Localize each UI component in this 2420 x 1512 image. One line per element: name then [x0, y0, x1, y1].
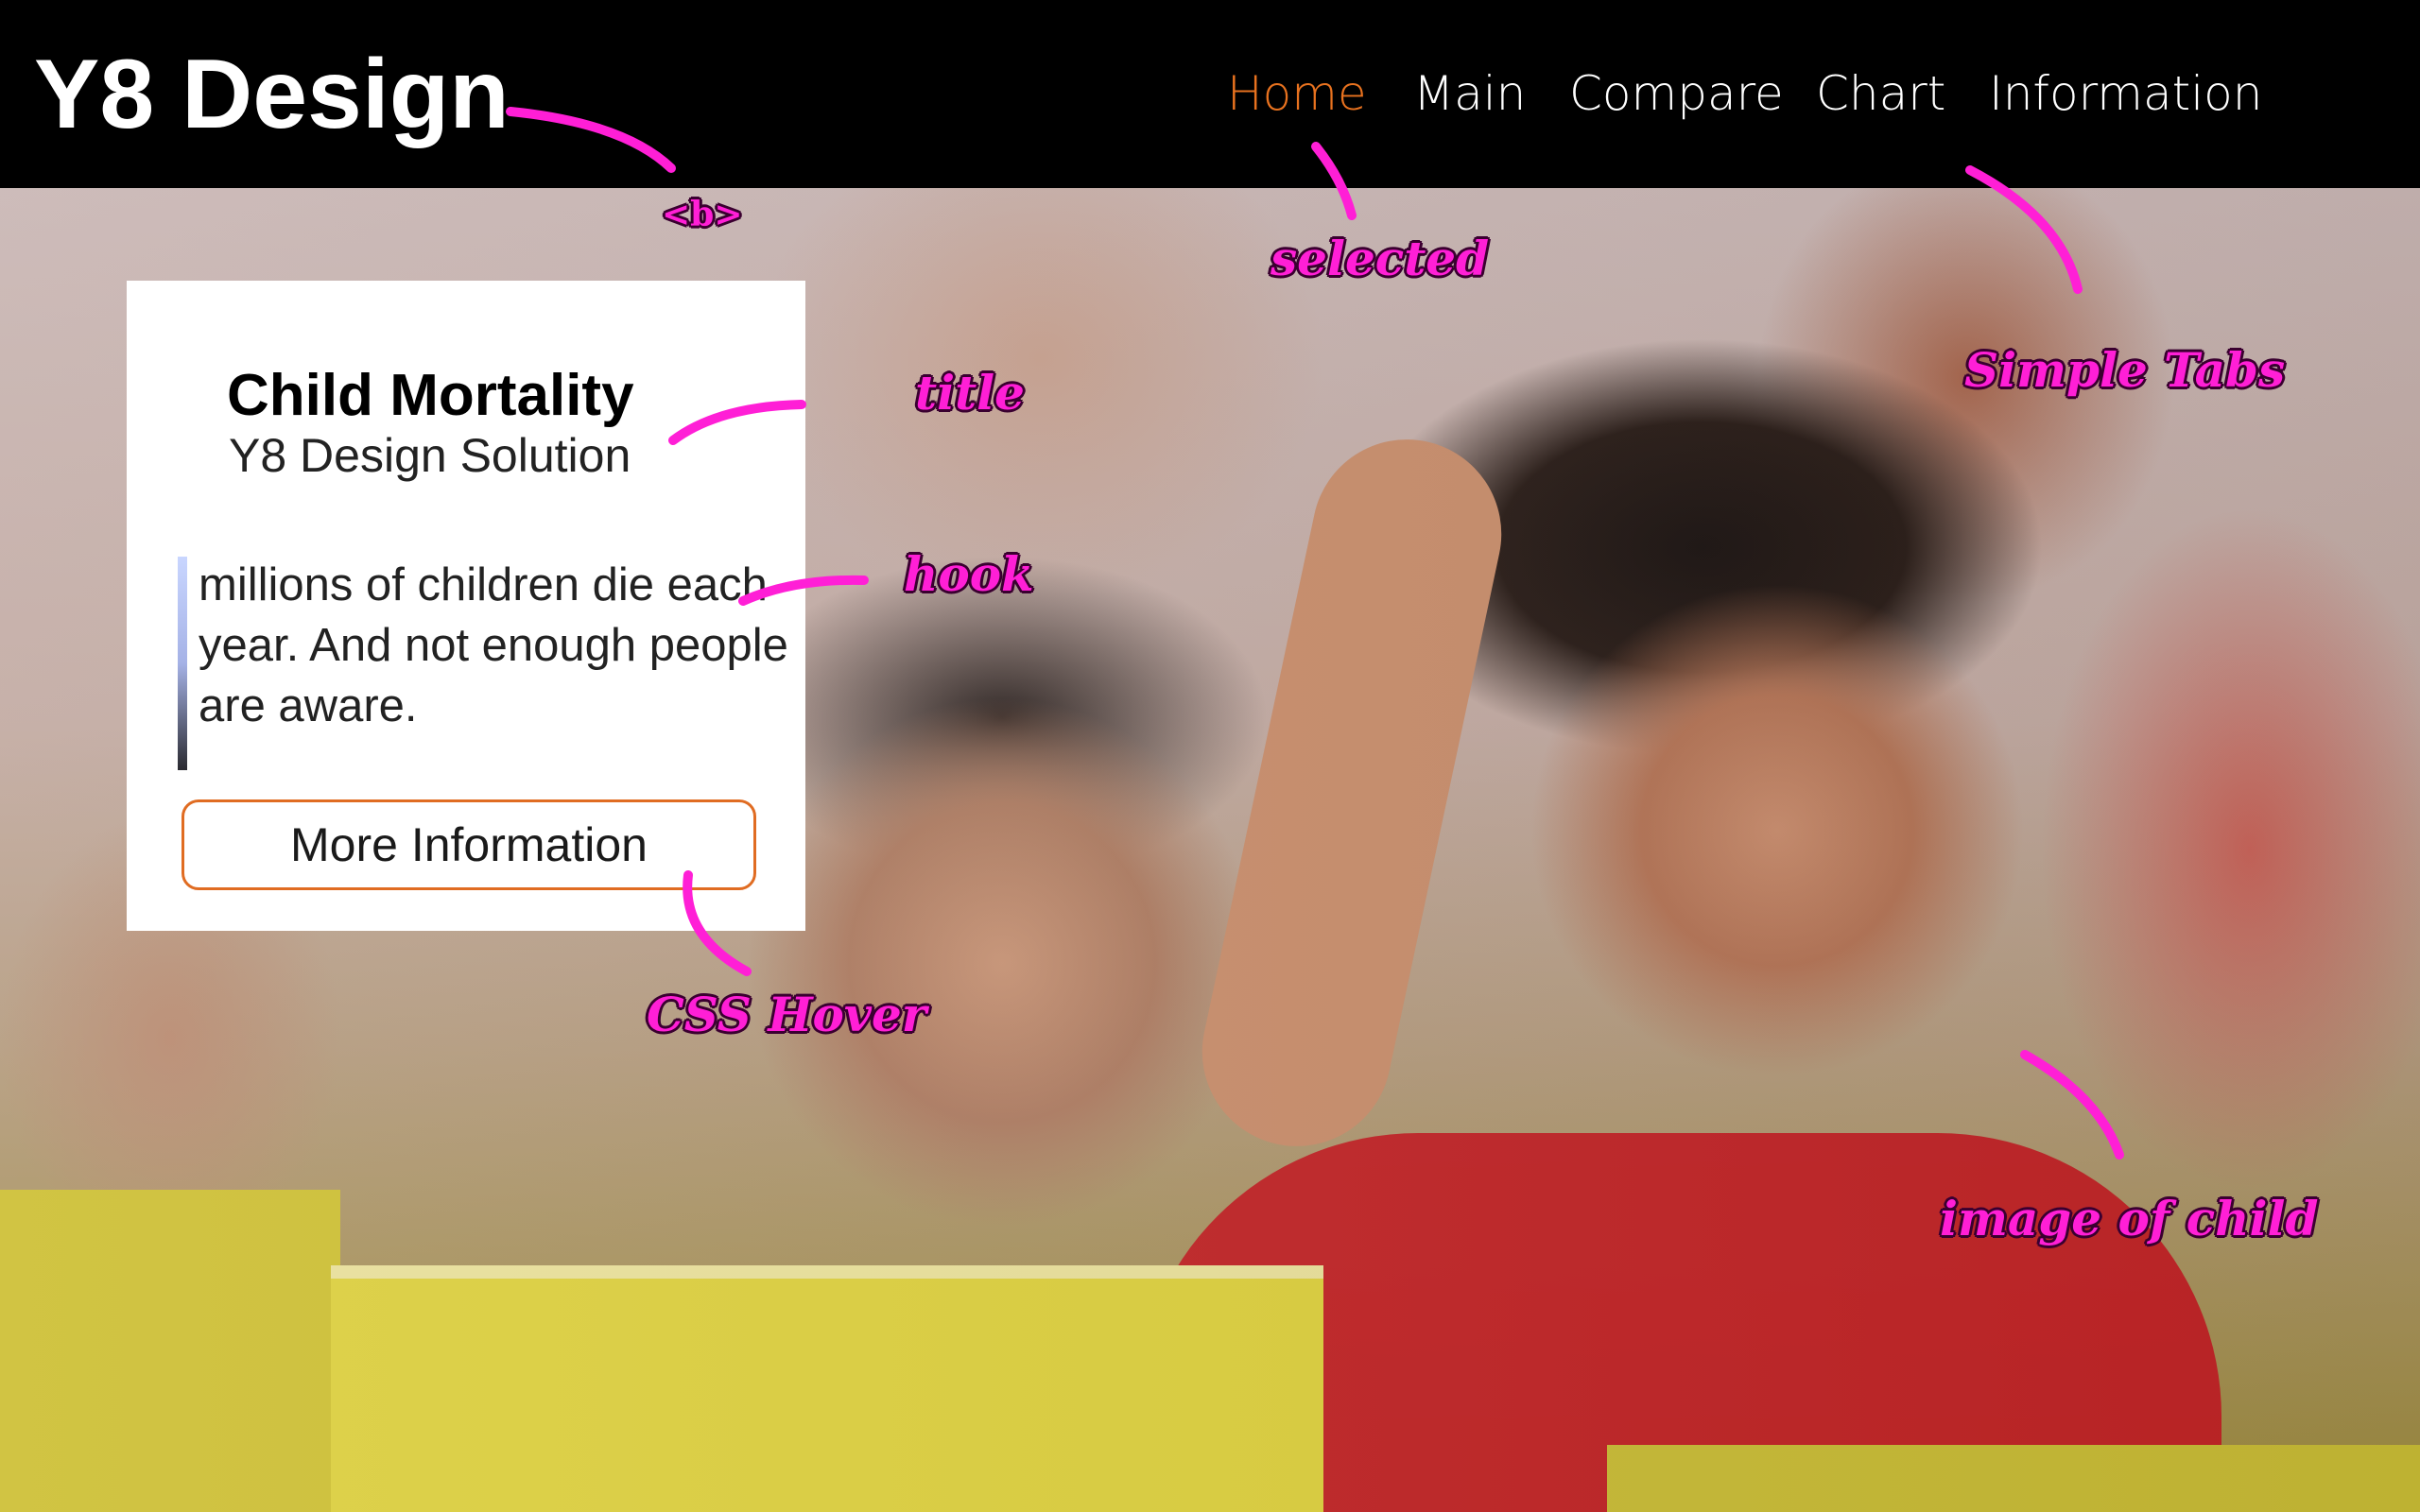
card-title: Child Mortality — [227, 363, 634, 428]
annotation-hook: hook — [904, 546, 1034, 602]
annotation-selected: selected — [1270, 231, 1490, 286]
tab-home[interactable]: Home — [1227, 62, 1367, 125]
annotation-title: title — [915, 365, 1025, 421]
more-information-button[interactable]: More Information — [182, 799, 756, 890]
annotation-image-of-child: image of child — [1940, 1191, 2319, 1246]
annotation-simple-tabs: Simple Tabs — [1964, 342, 2286, 398]
annotation-b-tag: <b> — [662, 195, 743, 234]
hook-accent-bar — [178, 557, 187, 770]
top-navbar: Y8 Design Home Main Compare Chart Inform… — [0, 0, 2420, 188]
tab-chart[interactable]: Chart — [1816, 62, 1945, 125]
tab-main[interactable]: Main — [1413, 62, 1526, 125]
tab-bar: Home Main Compare Chart Information — [0, 62, 2420, 129]
annotation-css-hover: CSS Hover — [647, 987, 927, 1042]
hook-text: millions of children die each year. And … — [199, 559, 788, 731]
tab-information[interactable]: Information — [1989, 62, 2262, 125]
info-card: Child Mortality Y8 Design Solution milli… — [127, 281, 805, 931]
card-subtitle: Y8 Design Solution — [229, 429, 631, 482]
tab-compare[interactable]: Compare — [1569, 62, 1784, 125]
